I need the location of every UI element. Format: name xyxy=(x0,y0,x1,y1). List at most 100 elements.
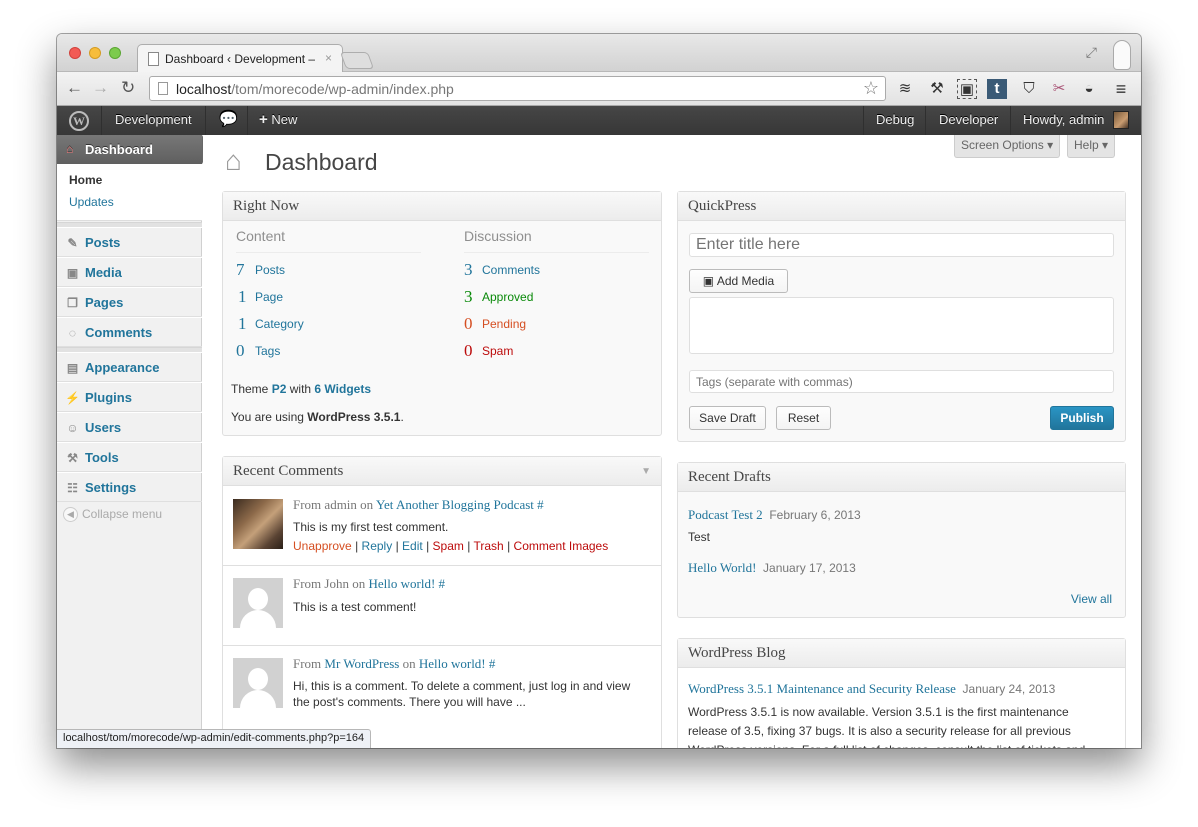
menu-item-settings[interactable]: ☷ Settings xyxy=(57,472,202,502)
new-tab-button[interactable] xyxy=(339,52,375,69)
my-account-link[interactable]: Howdy, admin xyxy=(1023,106,1104,135)
menu-item-posts[interactable]: ✎ Posts xyxy=(57,227,202,257)
scissors-extension-icon[interactable]: ✂ xyxy=(1049,79,1069,99)
reset-button[interactable]: Reset xyxy=(776,406,831,430)
pages-link[interactable]: Page xyxy=(255,290,283,304)
pocket-extension-icon[interactable]: ⛉ xyxy=(1019,79,1039,99)
incognito-extension-icon[interactable]: ◒ xyxy=(1079,79,1099,99)
approved-count[interactable]: 3 xyxy=(464,287,473,307)
wordpress-logo-icon[interactable]: W xyxy=(69,111,89,131)
menu-item-plugins[interactable]: ⚡ Plugins xyxy=(57,382,202,412)
plus-icon: + xyxy=(259,111,268,128)
bookmark-star-icon[interactable]: ☆ xyxy=(863,78,879,99)
tags-link[interactable]: Tags xyxy=(255,344,280,358)
site-name-link[interactable]: Development xyxy=(115,106,192,135)
widget-title[interactable]: QuickPress xyxy=(678,192,1125,221)
spam-link[interactable]: Spam xyxy=(433,539,464,553)
close-window-button[interactable] xyxy=(69,47,81,59)
developer-link[interactable]: Developer xyxy=(939,106,998,135)
widgets-link[interactable]: 6 Widgets xyxy=(314,382,371,396)
trash-link[interactable]: Trash xyxy=(473,539,503,553)
spam-count[interactable]: 0 xyxy=(464,341,473,361)
comment-post-link[interactable]: Hello world! xyxy=(419,656,486,671)
comment-actions: Unapprove | Reply | Edit | Spam | Trash … xyxy=(293,539,608,553)
add-media-button[interactable]: ▣ Add Media xyxy=(689,269,788,293)
screen-options-button[interactable]: Screen Options ▾ xyxy=(954,135,1061,158)
new-content-menu[interactable]: + New xyxy=(259,106,297,135)
pending-link[interactable]: Pending xyxy=(482,317,526,331)
tumblr-extension-icon[interactable]: t xyxy=(987,79,1007,99)
view-all-link[interactable]: View all xyxy=(1071,592,1112,606)
fullscreen-icon[interactable]: ⤢ xyxy=(1086,44,1097,61)
from-label: From xyxy=(293,497,322,512)
draft-title-link[interactable]: Podcast Test 2 xyxy=(688,507,763,522)
menu-icon[interactable]: ≡ xyxy=(1111,79,1131,99)
menu-item-tools[interactable]: ⚒ Tools xyxy=(57,442,202,472)
comment-author-link[interactable]: Mr WordPress xyxy=(324,656,399,671)
help-button[interactable]: Help ▾ xyxy=(1067,135,1116,158)
address-bar[interactable]: localhost/tom/morecode/wp-admin/index.ph… xyxy=(149,76,886,101)
categories-link[interactable]: Category xyxy=(255,317,304,331)
menu-item-users[interactable]: ☺ Users xyxy=(57,412,202,442)
reply-link[interactable]: Reply xyxy=(362,539,393,553)
comments-bubble-icon[interactable]: 💬 xyxy=(219,106,238,135)
post-content-textarea[interactable] xyxy=(689,297,1114,354)
debug-link[interactable]: Debug xyxy=(876,106,914,135)
divider xyxy=(464,252,649,253)
spam-link[interactable]: Spam xyxy=(482,344,513,358)
menu-item-media[interactable]: ▣ Media xyxy=(57,257,202,287)
theme-name-link[interactable]: P2 xyxy=(272,382,287,396)
tags-input[interactable] xyxy=(689,370,1114,393)
comment-post-link[interactable]: Hello world! xyxy=(368,576,435,591)
widget-title[interactable]: WordPress Blog xyxy=(678,639,1125,668)
layers-extension-icon[interactable]: ≋ xyxy=(895,79,915,99)
pending-count[interactable]: 0 xyxy=(464,314,473,334)
zoom-window-button[interactable] xyxy=(109,47,121,59)
toggle-arrow-icon[interactable]: ▼ xyxy=(641,457,651,486)
submenu-item-updates[interactable]: Updates xyxy=(69,195,114,209)
divider xyxy=(247,106,248,135)
minimize-window-button[interactable] xyxy=(89,47,101,59)
approved-link[interactable]: Approved xyxy=(482,290,533,304)
menu-item-label: Settings xyxy=(85,480,137,495)
forward-icon[interactable]: → xyxy=(92,78,109,98)
post-title-input[interactable] xyxy=(689,233,1114,257)
menu-item-dashboard[interactable]: ⌂ Dashboard xyxy=(57,135,210,164)
posts-count[interactable]: 7 xyxy=(236,260,245,280)
evernote-extension-icon[interactable]: ▣ xyxy=(957,79,977,99)
edit-link[interactable]: Edit xyxy=(402,539,423,553)
tab-close-icon[interactable]: × xyxy=(325,51,332,65)
from-label: From xyxy=(293,656,322,671)
reload-icon[interactable]: ↻ xyxy=(121,78,135,98)
back-icon[interactable]: ← xyxy=(66,78,83,98)
categories-count[interactable]: 1 xyxy=(238,314,247,334)
widget-title[interactable]: Recent Drafts xyxy=(678,463,1125,492)
menu-item-comments[interactable]: ◌ Comments xyxy=(57,317,202,347)
publish-button[interactable]: Publish xyxy=(1050,406,1114,430)
comments-link[interactable]: Comments xyxy=(482,263,540,277)
menu-item-appearance[interactable]: ▤ Appearance xyxy=(57,352,202,382)
comment-permalink[interactable]: # xyxy=(439,576,446,591)
comment-permalink[interactable]: # xyxy=(537,497,544,512)
blog-post-link[interactable]: WordPress 3.5.1 Maintenance and Security… xyxy=(688,681,956,696)
wrench-extension-icon[interactable]: ⚒ xyxy=(927,79,947,99)
submenu-item-home[interactable]: Home xyxy=(69,173,102,187)
url-path: /tom/morecode/wp-admin/index.php xyxy=(231,81,454,97)
collapse-menu-button[interactable]: ◀ Collapse menu xyxy=(63,507,162,523)
draft-title-link[interactable]: Hello World! xyxy=(688,560,756,575)
unapprove-link[interactable]: Unapprove xyxy=(293,539,352,553)
save-draft-button[interactable]: Save Draft xyxy=(689,406,766,430)
tags-count[interactable]: 0 xyxy=(236,341,245,361)
widget-title[interactable]: Recent Comments ▼ xyxy=(223,457,661,486)
pages-count[interactable]: 1 xyxy=(238,287,247,307)
posts-link[interactable]: Posts xyxy=(255,263,285,277)
menu-item-pages[interactable]: ❐ Pages xyxy=(57,287,202,317)
comment-permalink[interactable]: # xyxy=(489,656,496,671)
comment-images-link[interactable]: Comment Images xyxy=(514,539,609,553)
profile-icon[interactable] xyxy=(1113,40,1131,70)
comments-count[interactable]: 3 xyxy=(464,260,473,280)
widget-title[interactable]: Right Now xyxy=(223,192,661,221)
avatar[interactable] xyxy=(1113,111,1129,129)
comment-post-link[interactable]: Yet Another Blogging Podcast xyxy=(376,497,534,512)
browser-tab[interactable]: Dashboard ‹ Development — × xyxy=(137,44,343,73)
